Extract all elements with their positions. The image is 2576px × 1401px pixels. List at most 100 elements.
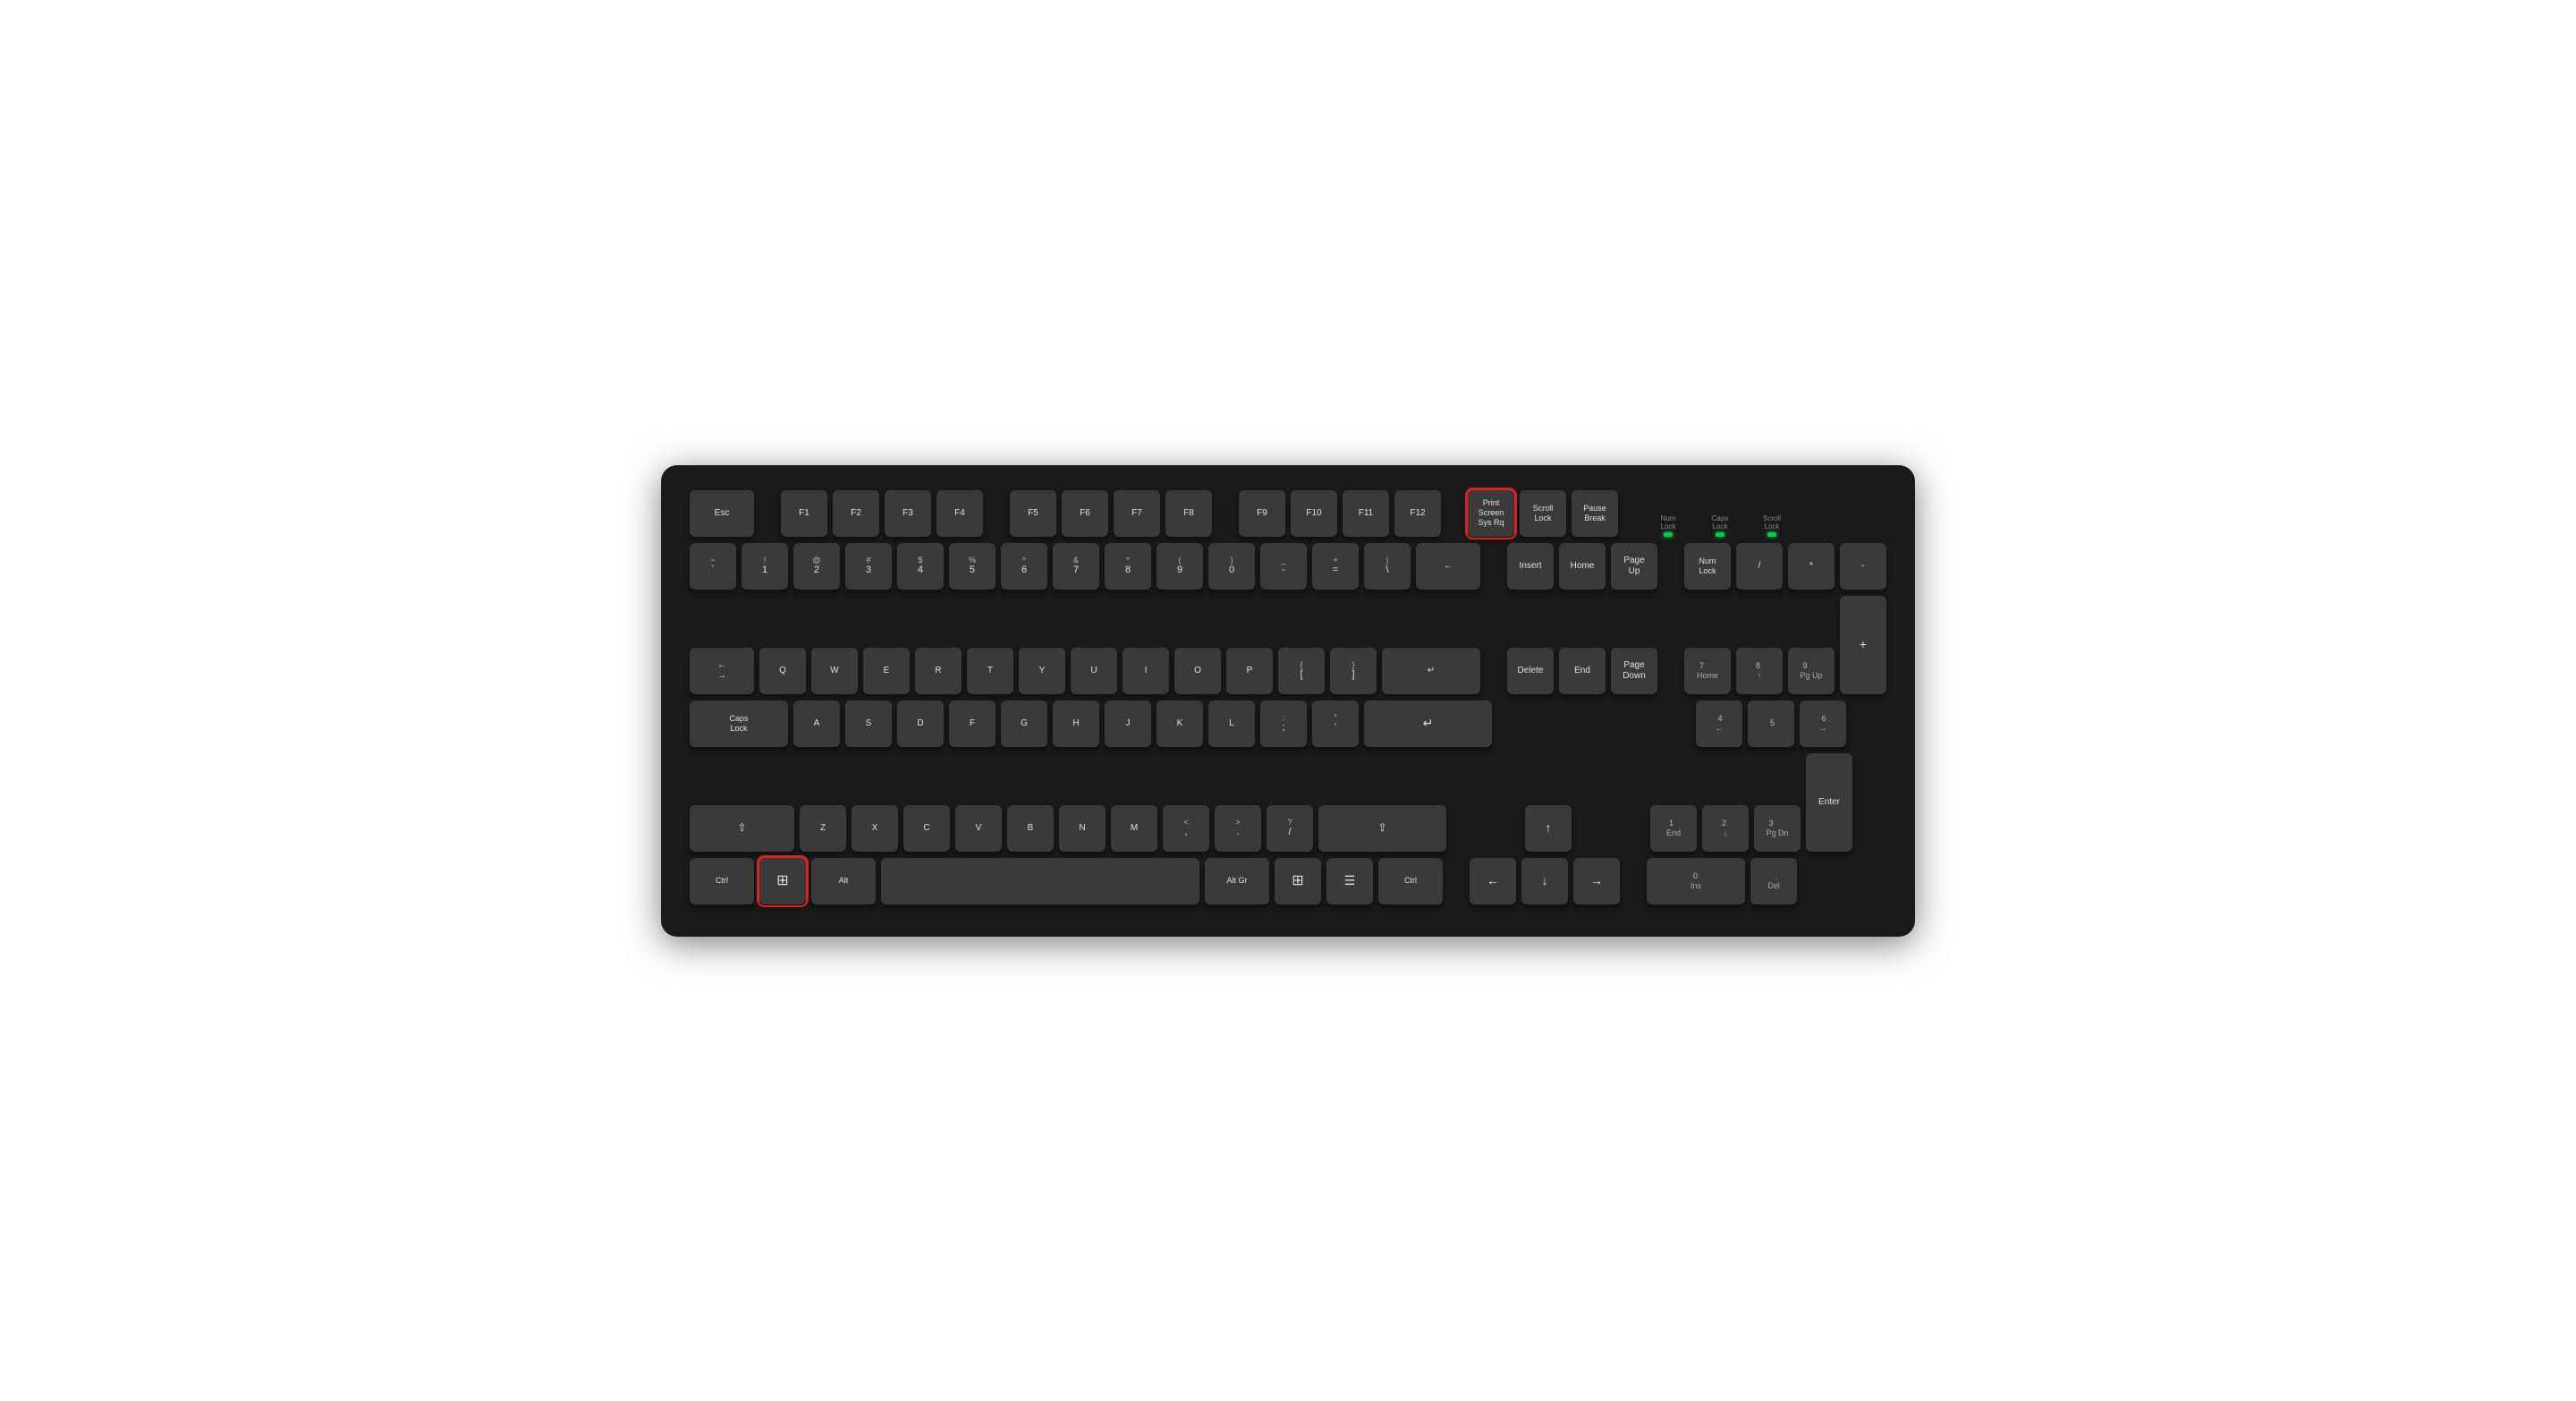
key-esc[interactable]: Esc [690,490,754,537]
key-c[interactable]: C [903,805,950,852]
key-alt-gr[interactable]: Alt Gr [1205,858,1269,904]
key-f6[interactable]: F6 [1062,490,1108,537]
key-comma[interactable]: <, [1163,805,1209,852]
key-numpad-slash[interactable]: / [1736,543,1783,590]
key-u[interactable]: U [1071,648,1117,694]
key-1[interactable]: !1 [741,543,788,590]
key-f9[interactable]: F9 [1239,490,1285,537]
key-caps-lock[interactable]: CapsLock [690,700,788,747]
key-down-arrow[interactable]: ↓ [1521,858,1568,904]
key-numpad-8[interactable]: 8↑ [1736,648,1783,694]
key-numpad-7[interactable]: 7Home [1684,648,1731,694]
key-g[interactable]: G [1001,700,1047,747]
key-numpad-minus[interactable]: - [1840,543,1886,590]
key-page-up[interactable]: PageUp [1611,543,1657,590]
key-pause[interactable]: PauseBreak [1572,490,1618,537]
key-left-ctrl[interactable]: Ctrl [690,858,754,904]
key-f5[interactable]: F5 [1010,490,1056,537]
key-space[interactable] [881,858,1199,904]
key-2[interactable]: @2 [793,543,840,590]
key-v[interactable]: V [955,805,1002,852]
key-print-screen[interactable]: PrintScreenSys Rq [1468,490,1514,537]
key-5[interactable]: %5 [949,543,996,590]
key-h[interactable]: H [1053,700,1099,747]
key-tab[interactable]: ←→ [690,648,754,694]
key-numpad-asterisk[interactable]: * [1788,543,1835,590]
key-numpad-plus[interactable]: + [1840,596,1886,694]
key-a[interactable]: A [793,700,840,747]
key-scroll-lock[interactable]: ScrollLock [1520,490,1566,537]
key-f11[interactable]: F11 [1343,490,1389,537]
key-numpad-2[interactable]: 2↓ [1702,805,1749,852]
key-f8[interactable]: F8 [1165,490,1212,537]
key-enter[interactable]: ↵ [1382,648,1480,694]
key-backtick[interactable]: ~` [690,543,736,590]
key-f[interactable]: F [949,700,996,747]
key-insert[interactable]: Insert [1507,543,1554,590]
key-7[interactable]: &7 [1053,543,1099,590]
key-4[interactable]: $4 [897,543,944,590]
key-x[interactable]: X [852,805,898,852]
key-f3[interactable]: F3 [885,490,931,537]
key-home[interactable]: Home [1559,543,1606,590]
key-close-bracket[interactable]: }] [1330,648,1377,694]
key-s[interactable]: S [845,700,892,747]
key-equals[interactable]: += [1312,543,1359,590]
key-d[interactable]: D [897,700,944,747]
key-o[interactable]: O [1174,648,1221,694]
key-q[interactable]: Q [759,648,806,694]
key-numpad-6[interactable]: 6→ [1800,700,1846,747]
key-period[interactable]: >. [1215,805,1261,852]
key-p[interactable]: P [1226,648,1273,694]
key-r[interactable]: R [915,648,962,694]
key-left-win[interactable]: ⊞ [759,858,806,904]
key-numpad-enter[interactable]: Enter [1806,753,1852,852]
key-quote[interactable]: "' [1312,700,1359,747]
key-right-arrow[interactable]: → [1573,858,1620,904]
key-6[interactable]: ^6 [1001,543,1047,590]
key-enter-wide[interactable]: ↵ [1364,700,1492,747]
key-8[interactable]: *8 [1105,543,1151,590]
key-f4[interactable]: F4 [936,490,983,537]
key-minus[interactable]: _- [1260,543,1307,590]
key-t[interactable]: T [967,648,1013,694]
key-j[interactable]: J [1105,700,1151,747]
key-numpad-3[interactable]: 3Pg Dn [1754,805,1801,852]
key-numpad-9[interactable]: 9Pg Up [1788,648,1835,694]
key-n[interactable]: N [1059,805,1106,852]
key-w[interactable]: W [811,648,858,694]
key-right-shift[interactable]: ⇧ [1318,805,1446,852]
key-num-lock[interactable]: NumLock [1684,543,1731,590]
key-numpad-0[interactable]: 0Ins [1647,858,1745,904]
key-up-arrow[interactable]: ↑ [1525,805,1572,852]
key-backspace[interactable]: ← [1416,543,1480,590]
key-i[interactable]: I [1123,648,1169,694]
key-menu[interactable]: ☰ [1326,858,1373,904]
key-open-bracket[interactable]: {[ [1278,648,1325,694]
key-backslash-top[interactable]: |\ [1364,543,1411,590]
key-f12[interactable]: F12 [1394,490,1441,537]
key-delete[interactable]: Delete [1507,648,1554,694]
key-semicolon[interactable]: :; [1260,700,1307,747]
key-numpad-4[interactable]: 4← [1696,700,1742,747]
key-right-ctrl[interactable]: Ctrl [1378,858,1443,904]
key-left-arrow[interactable]: ← [1470,858,1516,904]
key-k[interactable]: K [1157,700,1203,747]
key-page-down[interactable]: PageDown [1611,648,1657,694]
key-numpad-5[interactable]: 5 [1748,700,1794,747]
key-m[interactable]: M [1111,805,1157,852]
key-end[interactable]: End [1559,648,1606,694]
key-b[interactable]: B [1007,805,1054,852]
key-9[interactable]: (9 [1157,543,1203,590]
key-slash[interactable]: ?/ [1267,805,1313,852]
key-f7[interactable]: F7 [1114,490,1160,537]
key-l[interactable]: L [1208,700,1255,747]
key-y[interactable]: Y [1019,648,1065,694]
key-z[interactable]: Z [800,805,846,852]
key-e[interactable]: E [863,648,910,694]
key-left-shift[interactable]: ⇧ [690,805,794,852]
key-3[interactable]: #3 [845,543,892,590]
key-f2[interactable]: F2 [833,490,879,537]
key-f1[interactable]: F1 [781,490,827,537]
key-0[interactable]: )0 [1208,543,1255,590]
